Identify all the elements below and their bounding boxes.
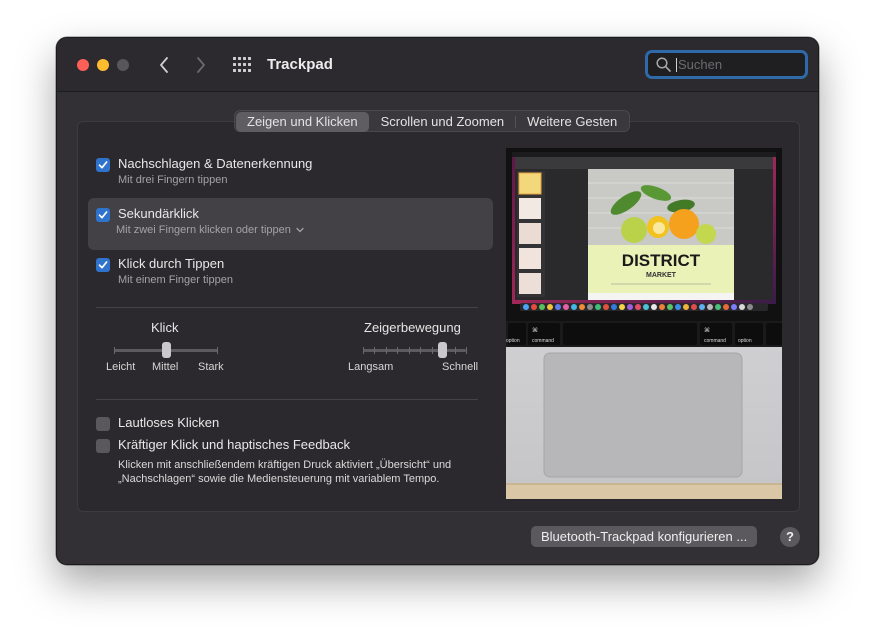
lookup-sub: Mit drei Fingern tippen — [118, 174, 228, 186]
tap-to-click-checkbox[interactable] — [96, 258, 110, 272]
slider-tick — [432, 347, 433, 354]
show-all-grid-icon[interactable] — [233, 57, 251, 73]
option-silent-click: Lautloses Klicken — [96, 415, 492, 433]
key-command-right-symbol: ⌘ — [704, 327, 710, 334]
secondary-click-dropdown[interactable]: Mit zwei Fingern klicken oder tippen — [116, 224, 304, 236]
tap-to-click-label: Klick durch Tippen — [118, 256, 225, 271]
lookup-checkbox[interactable] — [96, 158, 110, 172]
pointer-max-label: Schnell — [442, 361, 479, 373]
tab-bar: Zeigen und Klicken Scrollen und Zoomen W… — [234, 110, 631, 132]
close-window-button[interactable] — [77, 59, 89, 71]
help-button[interactable]: ? — [780, 527, 800, 547]
secondary-click-label: Sekundärklick — [118, 206, 199, 221]
back-button[interactable] — [154, 54, 174, 76]
slider-tick — [466, 347, 467, 354]
poster-subtitle: MARKET — [646, 272, 677, 279]
titlebar: Trackpad — [57, 38, 818, 92]
slider-tick — [374, 347, 375, 354]
click-slider-title: Klick — [151, 320, 179, 335]
click-max-label: Stark — [198, 361, 224, 373]
lookup-label: Nachschlagen & Datenerkennung — [118, 156, 313, 171]
key-command-left-symbol: ⌘ — [532, 327, 538, 334]
trackpad-preferences-window: Trackpad Zeigen und Klicken Scrollen und… — [56, 37, 819, 565]
checkmark-icon — [98, 161, 108, 169]
search-input[interactable] — [678, 57, 798, 72]
pointer-min-label: Langsam — [348, 361, 394, 373]
slider-tick — [217, 347, 218, 354]
silent-click-label: Lautloses Klicken — [118, 415, 220, 430]
search-field[interactable] — [645, 50, 808, 79]
option-tap-to-click: Klick durch Tippen Mit einem Finger tipp… — [96, 256, 492, 288]
pointer-slider-title: Zeigerbewegung — [364, 320, 461, 335]
chevron-down-icon — [296, 227, 304, 233]
force-click-description: Klicken mit anschließendem kräftigen Dru… — [118, 459, 452, 485]
slider-tick — [397, 347, 398, 354]
option-lookup: Nachschlagen & Datenerkennung Mit drei F… — [96, 156, 492, 188]
slider-tick — [455, 347, 456, 354]
key-option-right: option — [738, 338, 752, 344]
force-click-checkbox[interactable] — [96, 439, 110, 453]
slider-tick — [420, 347, 421, 354]
slider-tick — [363, 347, 364, 354]
pointer-slider-track[interactable] — [363, 349, 466, 352]
poster-title: DISTRICT — [622, 251, 701, 270]
tap-to-click-sub: Mit einem Finger tippen — [118, 274, 233, 286]
pointer-slider-knob[interactable] — [438, 342, 447, 358]
zoom-window-button[interactable] — [117, 59, 129, 71]
force-click-label: Kräftiger Klick und haptisches Feedback — [118, 437, 350, 452]
checkmark-icon — [98, 261, 108, 269]
slider-tick — [409, 347, 410, 354]
option-force-click: Kräftiger Klick und haptisches Feedback — [96, 437, 492, 455]
window-title: Trackpad — [267, 56, 333, 73]
key-command-left: command — [532, 338, 554, 344]
secondary-click-checkbox[interactable] — [96, 208, 110, 222]
click-slider-knob[interactable] — [162, 342, 171, 358]
tab-more-gestures[interactable]: Weitere Gesten — [516, 112, 628, 132]
macbook-preview-illustration: DISTRICT MARKET option ⌘ command ⌘ comma… — [506, 148, 782, 499]
text-caret — [676, 57, 677, 72]
chevron-left-icon — [160, 57, 168, 73]
forward-button[interactable] — [191, 54, 211, 76]
search-icon — [656, 57, 671, 72]
slider-tick — [386, 347, 387, 354]
silent-click-checkbox[interactable] — [96, 417, 110, 431]
chevron-right-icon — [197, 57, 205, 73]
minimize-window-button[interactable] — [97, 59, 109, 71]
option-secondary-click: Sekundärklick Mit zwei Fingern klicken o… — [96, 206, 492, 238]
tab-scroll-and-zoom[interactable]: Scrollen und Zoomen — [370, 112, 516, 132]
key-option-left: option — [506, 338, 520, 344]
divider — [96, 399, 478, 400]
tab-point-and-click[interactable]: Zeigen und Klicken — [236, 112, 369, 132]
secondary-click-sub: Mit zwei Fingern klicken oder tippen — [116, 224, 291, 236]
click-min-label: Leicht — [106, 361, 136, 373]
slider-tick — [114, 347, 115, 354]
bluetooth-trackpad-setup-button[interactable]: Bluetooth-Trackpad konfigurieren ... — [531, 526, 758, 547]
gesture-preview-video: DISTRICT MARKET option ⌘ command ⌘ comma… — [506, 148, 782, 499]
divider — [96, 307, 478, 308]
key-command-right: command — [704, 338, 726, 344]
checkmark-icon — [98, 211, 108, 219]
click-mid-label: Mittel — [152, 361, 179, 373]
